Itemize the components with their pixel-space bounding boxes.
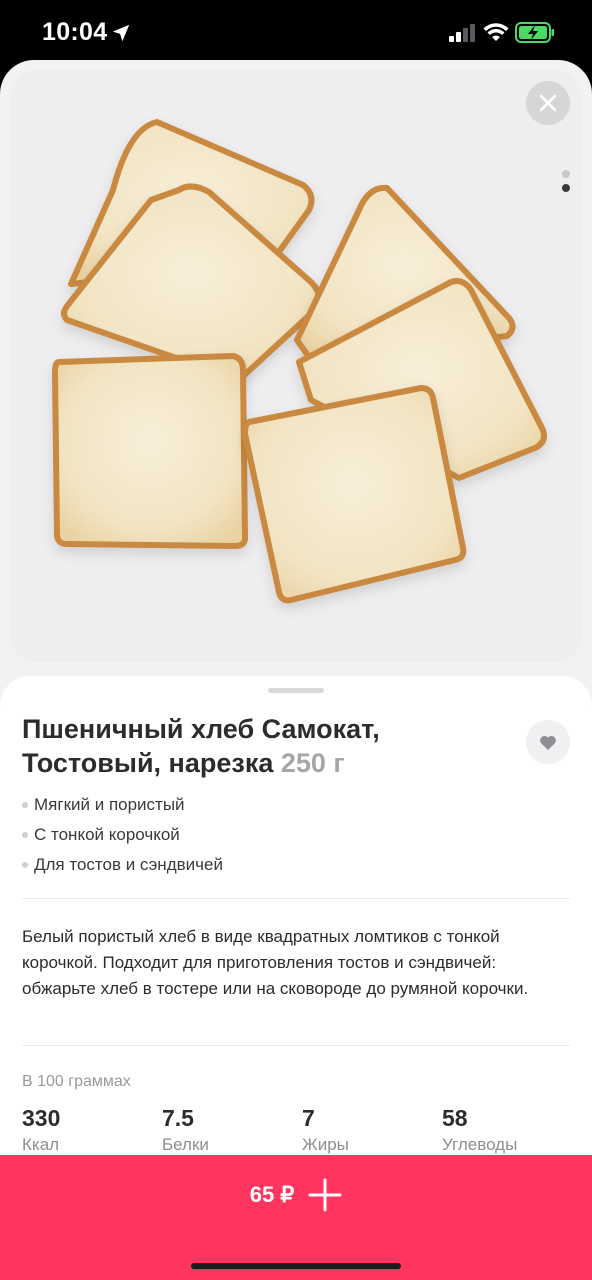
product-weight: 250 г <box>280 748 345 778</box>
nutrition-caption: В 100 граммах <box>22 1073 131 1090</box>
bottom-bar: 65 ₽ <box>0 1155 592 1280</box>
product-image-gallery[interactable] <box>11 70 581 662</box>
bullet-icon <box>22 862 28 868</box>
nutrient-calories: 330 Ккал <box>22 1104 152 1158</box>
pager-dot-active <box>562 184 570 192</box>
feature-text: Мягкий и пористый <box>34 795 185 814</box>
feature-text: С тонкой корочкой <box>34 825 180 844</box>
product-title: Пшеничный хлеб Самокат, Тостовый, нарезк… <box>22 712 502 780</box>
divider <box>22 1045 570 1046</box>
feature-item: Мягкий и пористый <box>22 790 570 820</box>
pager-dot <box>562 170 570 178</box>
status-time: 10:04 <box>42 18 108 46</box>
nutrient-carbs: 58 Углеводы <box>442 1104 572 1158</box>
close-icon <box>539 94 557 112</box>
nutrient-protein: 7.5 Белки <box>162 1104 292 1158</box>
nutrient-value: 58 <box>442 1105 468 1131</box>
bullet-icon <box>22 832 28 838</box>
feature-item: Для тостов и сэндвичей <box>22 850 570 880</box>
heart-icon <box>540 735 556 750</box>
divider <box>22 898 570 899</box>
nutrient-fat: 7 Жиры <box>302 1104 432 1158</box>
battery-charging-icon <box>515 22 554 43</box>
home-indicator <box>191 1263 401 1269</box>
price-label: 65 ₽ <box>249 1182 295 1207</box>
nutrient-value: 7 <box>302 1105 315 1131</box>
cellular-signal-icon <box>449 24 475 42</box>
feature-text: Для тостов и сэндвичей <box>34 855 223 874</box>
add-to-cart-button[interactable]: 65 ₽ <box>0 1155 592 1235</box>
wifi-icon <box>483 23 509 41</box>
close-button[interactable] <box>526 81 570 125</box>
nutrient-value: 7.5 <box>162 1105 194 1131</box>
product-image <box>52 119 547 604</box>
status-bar: 10:04 <box>0 0 592 64</box>
feature-item: С тонкой корочкой <box>22 820 570 850</box>
feature-list: Мягкий и пористый С тонкой корочкой Для … <box>22 790 570 880</box>
favorite-button[interactable] <box>526 720 570 764</box>
product-description: Белый пористый хлеб в виде квадратных ло… <box>22 927 529 998</box>
image-pager <box>561 168 571 198</box>
sheet-grabber[interactable] <box>268 688 324 693</box>
plus-icon <box>308 1178 342 1212</box>
location-arrow-icon <box>112 24 130 42</box>
nutrient-value: 330 <box>22 1105 61 1131</box>
bullet-icon <box>22 802 28 808</box>
